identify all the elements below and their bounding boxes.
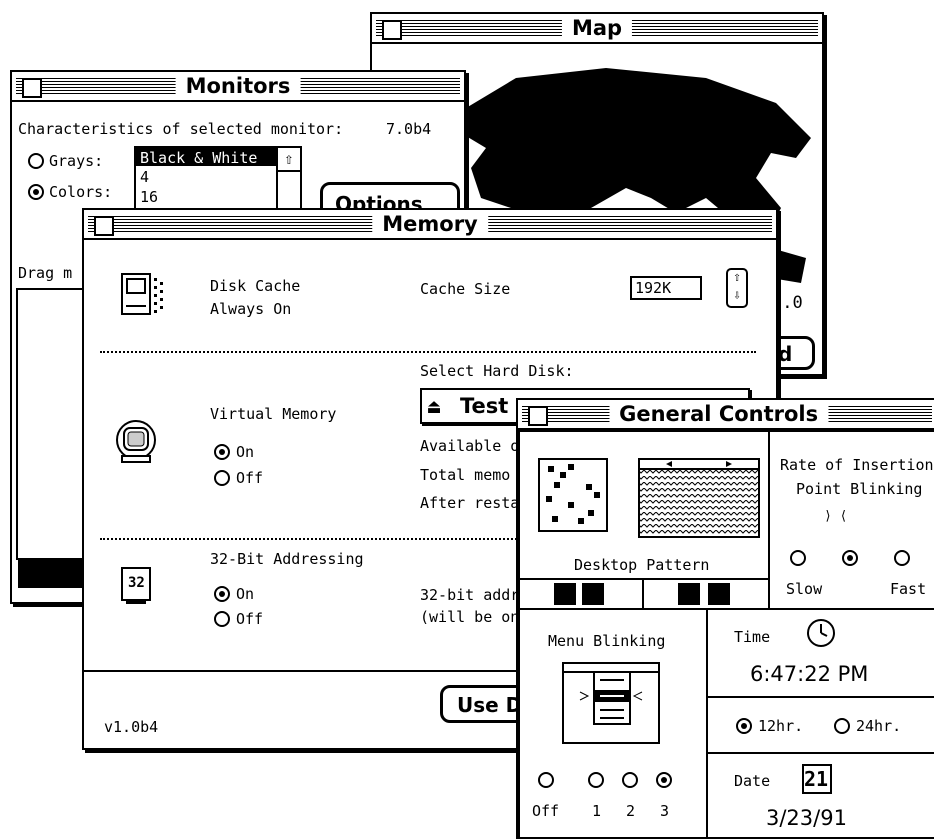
monitor-characteristics-heading: Characteristics of selected monitor:: [18, 120, 344, 138]
color-swatch[interactable]: [708, 583, 730, 605]
color-swatch[interactable]: [554, 583, 576, 605]
disk-cache-icon: [121, 273, 163, 315]
stepper-down-arrow-icon[interactable]: ⇩: [728, 288, 746, 306]
hard-disk-name: Test: [460, 394, 509, 418]
after-restart-label: After resta: [420, 494, 520, 512]
rate-medium-radio[interactable]: [842, 550, 858, 566]
pattern-color-bar[interactable]: [518, 578, 770, 608]
insertion-point-icon: ⟩ ⟨: [824, 509, 848, 524]
menu-blinking-icon: [562, 662, 660, 744]
total-memory-label: Total memo: [420, 466, 511, 484]
cache-size-stepper[interactable]: ⇧ ⇩: [726, 268, 748, 308]
desktop-pattern-editor[interactable]: [538, 458, 608, 532]
disk-cache-label: Disk Cache: [210, 277, 301, 295]
general-controls-title: General Controls: [609, 402, 829, 426]
addr-on-radio[interactable]: [214, 586, 230, 602]
depth-list-scrollbar[interactable]: ⇧: [276, 148, 300, 210]
color-swatch[interactable]: [582, 583, 604, 605]
rate-label-line2: Point Blinking: [796, 480, 923, 498]
color-swatch[interactable]: [678, 583, 700, 605]
monitors-version: 7.0b4: [386, 120, 432, 138]
vm-on-radio[interactable]: [214, 444, 230, 460]
rate-label-line1: Rate of Insertion: [780, 456, 934, 474]
rate-fast-label: Fast: [890, 580, 927, 598]
blink-option-label: 1: [592, 802, 602, 820]
grays-label: Grays:: [49, 152, 104, 170]
12hr-label: 12hr.: [758, 717, 804, 735]
addr-on-label: On: [236, 585, 255, 603]
drag-monitors-label: Drag m: [18, 264, 73, 282]
blink-3-radio[interactable]: [656, 772, 672, 788]
rate-fast-radio[interactable]: [894, 550, 910, 566]
virtual-memory-label: Virtual Memory: [210, 405, 337, 423]
map-close-box[interactable]: [382, 20, 402, 40]
depth-option[interactable]: 16: [140, 188, 158, 206]
memory-version: v1.0b4: [104, 718, 159, 736]
32-bit-icon-text: 32: [128, 575, 145, 591]
time-value[interactable]: 6:47:22 PM: [750, 662, 868, 686]
vm-off-radio[interactable]: [214, 470, 230, 486]
blink-1-radio[interactable]: [588, 772, 604, 788]
scroll-up-arrow-icon[interactable]: ⇧: [278, 148, 300, 172]
map-action-button-label: d: [778, 342, 793, 366]
vm-on-label: On: [236, 443, 255, 461]
colors-radio[interactable]: [28, 184, 44, 200]
blink-off-radio[interactable]: [538, 772, 554, 788]
virtual-memory-icon: [116, 420, 156, 463]
monitors-title: Monitors: [175, 74, 301, 98]
addr-off-radio[interactable]: [214, 611, 230, 627]
blink-2-radio[interactable]: [622, 772, 638, 788]
24hr-label: 24hr.: [856, 717, 902, 735]
vm-off-label: Off: [236, 469, 264, 487]
cache-size-label: Cache Size: [420, 280, 511, 298]
monitors-titlebar[interactable]: Monitors: [12, 72, 464, 102]
blink-option-label: Off: [532, 802, 560, 820]
select-hard-disk-label: Select Hard Disk:: [420, 362, 574, 380]
available-label: Available o: [420, 437, 520, 455]
cache-size-field[interactable]: 192K: [630, 276, 702, 300]
blink-option-label: 2: [626, 802, 636, 820]
addr-note-1: 32-bit addr: [420, 586, 520, 604]
desktop-pattern-preview[interactable]: [638, 458, 760, 538]
monitors-close-box[interactable]: [22, 78, 42, 98]
general-controls-close-box[interactable]: [528, 406, 548, 426]
depth-option[interactable]: Black & White: [140, 149, 257, 167]
24hr-radio[interactable]: [834, 718, 850, 734]
depth-list[interactable]: Black & White 4 16 ⇧: [134, 146, 302, 212]
calendar-icon-text: 21: [804, 767, 829, 791]
grays-radio[interactable]: [28, 153, 44, 169]
date-value[interactable]: 3/23/91: [766, 806, 847, 830]
memory-title: Memory: [372, 212, 488, 236]
menu-blinking-label: Menu Blinking: [548, 632, 666, 650]
general-controls-titlebar[interactable]: General Controls: [518, 400, 934, 430]
blink-option-label: 3: [660, 802, 670, 820]
addr-note-2: (will be on: [420, 608, 520, 626]
desktop-pattern-label: Desktop Pattern: [574, 556, 710, 574]
stepper-up-arrow-icon[interactable]: ⇧: [728, 270, 746, 288]
use-defaults-button-label: Use D: [457, 693, 523, 717]
map-title: Map: [561, 16, 633, 40]
section-divider: [100, 351, 756, 353]
memory-close-box[interactable]: [94, 216, 114, 236]
rate-slow-radio[interactable]: [790, 550, 806, 566]
32-bit-addressing-label: 32-Bit Addressing: [210, 550, 364, 568]
depth-option[interactable]: 4: [140, 168, 149, 186]
date-label: Date: [734, 772, 771, 790]
rate-slow-label: Slow: [786, 580, 823, 598]
disk-cache-state: Always On: [210, 300, 292, 318]
colors-label: Colors:: [49, 183, 113, 201]
map-titlebar[interactable]: Map: [372, 14, 822, 44]
swatch-divider: [642, 580, 644, 608]
cache-size-value: 192K: [635, 279, 672, 297]
memory-titlebar[interactable]: Memory: [84, 210, 776, 240]
addr-off-label: Off: [236, 610, 264, 628]
12hr-radio[interactable]: [736, 718, 752, 734]
clock-icon: [807, 619, 835, 647]
hard-disk-icon: ⏏: [428, 394, 441, 418]
general-controls-window: General Controls Desktop Pattern Rate of…: [516, 398, 934, 839]
time-label: Time: [734, 628, 771, 646]
